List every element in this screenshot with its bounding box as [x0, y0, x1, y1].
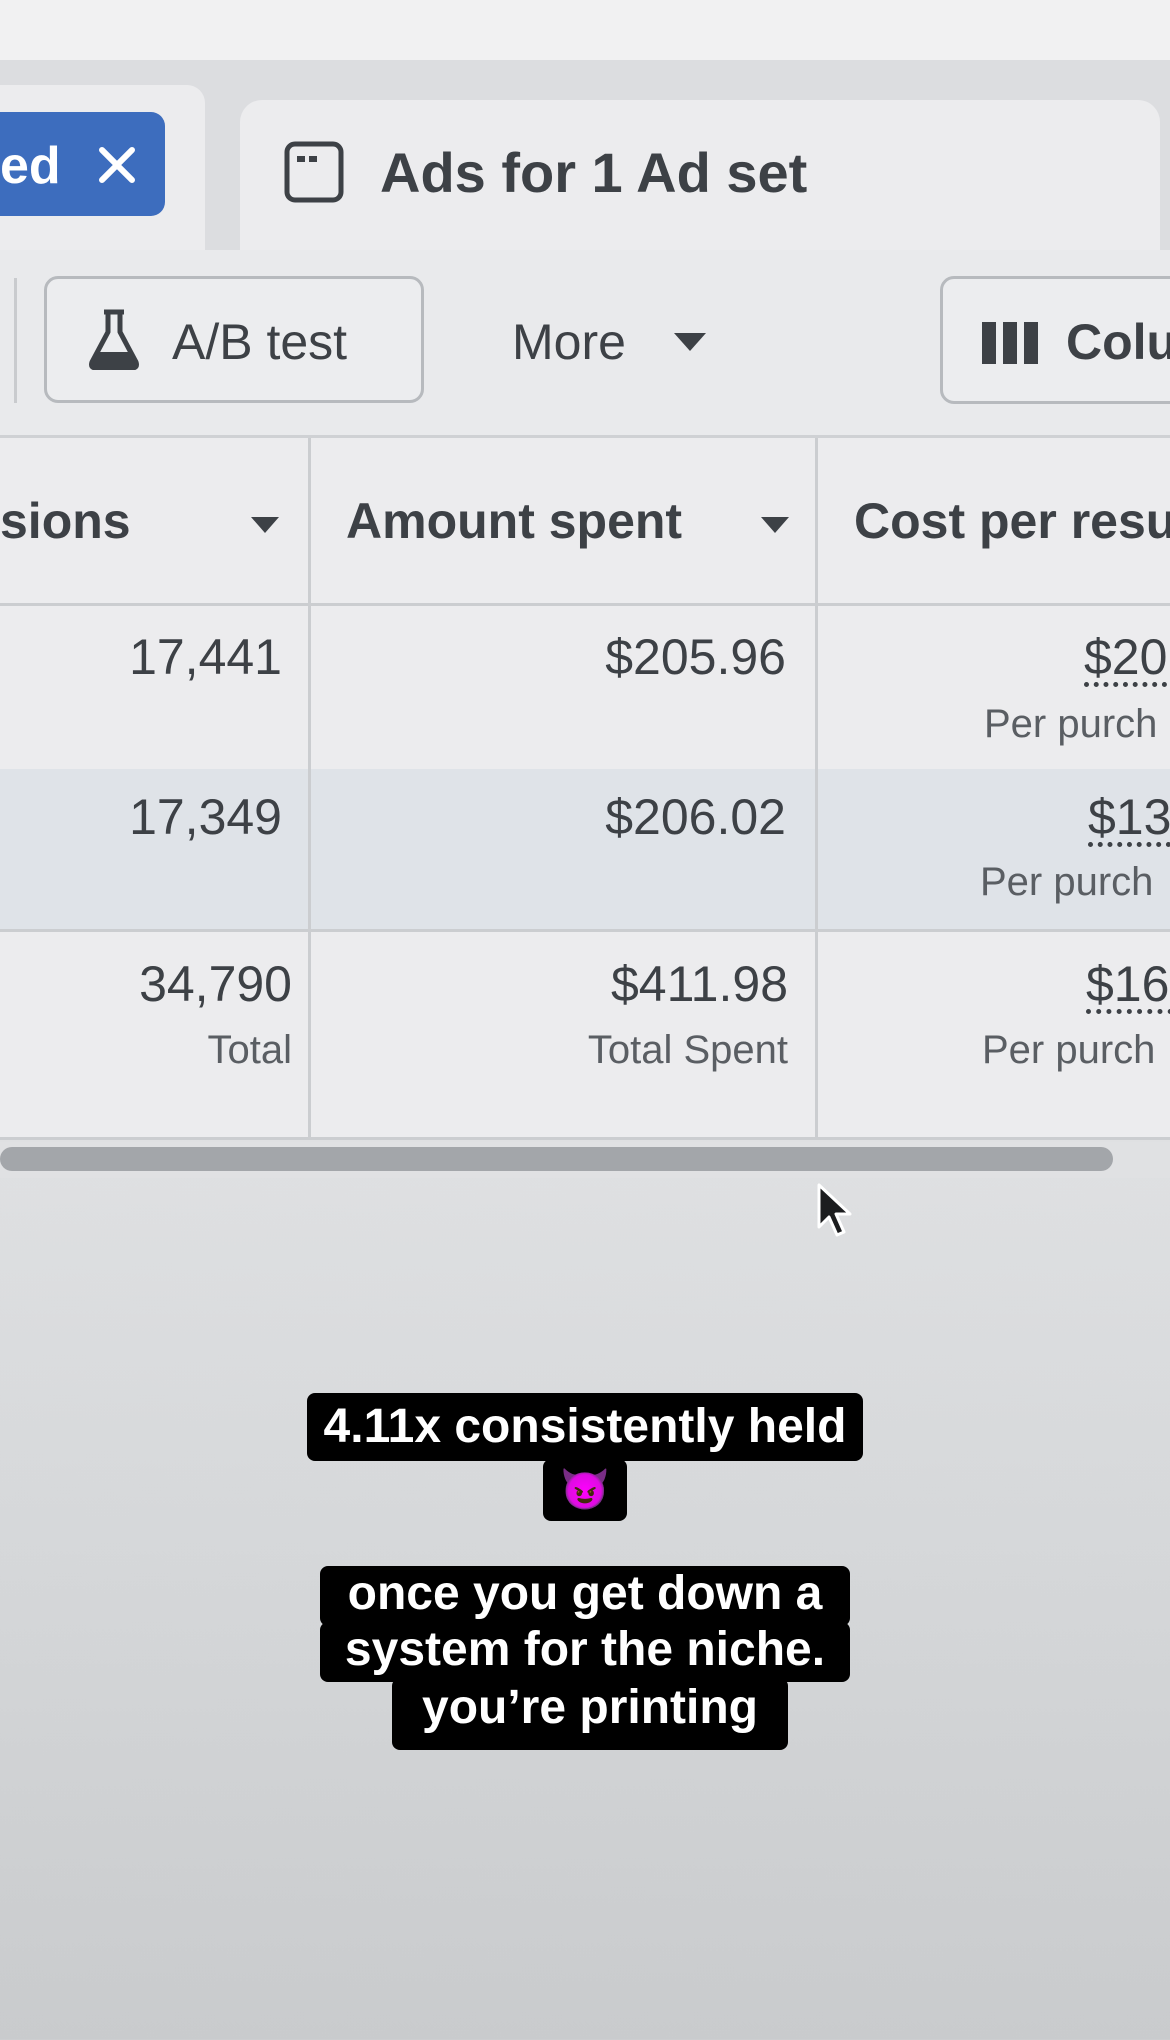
window-icon [284, 141, 344, 203]
header-divider [0, 603, 1170, 606]
cell-amount-spent: $205.96 [605, 629, 786, 685]
caption-line: once you get down a [320, 1566, 850, 1626]
caption-emoji: 😈 [543, 1459, 627, 1521]
columns-label: Colu [1066, 314, 1170, 370]
column-divider [308, 438, 311, 1140]
total-cost-per-result[interactable]: $16. [1086, 955, 1170, 1013]
column-header-amount-spent[interactable]: Amount spent [346, 492, 682, 550]
caret-down-icon[interactable] [250, 515, 280, 535]
cell-impressions: 17,441 [129, 629, 282, 685]
ab-test-label: A/B test [172, 314, 348, 370]
toolbar-divider [14, 278, 17, 403]
columns-icon [982, 322, 1038, 364]
total-cost-subtext: Per purch [982, 1028, 1156, 1072]
caption-line: you’re printing [392, 1678, 788, 1750]
column-divider [815, 438, 818, 1140]
caption-line: system for the niche. [320, 1622, 850, 1682]
caret-down-icon[interactable] [760, 515, 790, 535]
total-impressions-label: Total [207, 1028, 293, 1072]
total-impressions: 34,790 [139, 956, 292, 1012]
top-bar [0, 0, 1170, 60]
caption-line: 4.11x consistently held [307, 1393, 863, 1461]
cell-cost-per-result[interactable]: $20 [1084, 628, 1167, 686]
table-bottom-border [0, 1137, 1170, 1140]
column-header-impressions[interactable]: sions [0, 492, 131, 550]
total-amount-spent: $411.98 [610, 956, 788, 1012]
column-header-cost-per-result[interactable]: Cost per resul [854, 492, 1170, 550]
more-button[interactable]: More [512, 313, 626, 371]
flask-icon [89, 309, 139, 370]
filter-chip-label: ed [0, 137, 61, 195]
cell-cost-subtext: Per purch [984, 702, 1158, 746]
caret-down-icon[interactable] [672, 330, 708, 354]
mouse-cursor-icon [817, 1183, 852, 1237]
close-icon[interactable] [88, 136, 146, 194]
cell-impressions: 17,349 [129, 789, 282, 845]
row-divider [0, 929, 1170, 932]
cell-cost-subtext: Per purch [980, 860, 1154, 904]
cell-cost-per-result[interactable]: $13 [1088, 788, 1170, 846]
total-amount-spent-label: Total Spent [587, 1028, 788, 1072]
cell-amount-spent: $206.02 [605, 789, 786, 845]
tab-ads-label: Ads for 1 Ad set [380, 141, 808, 204]
scrollbar-thumb[interactable] [0, 1147, 1113, 1171]
